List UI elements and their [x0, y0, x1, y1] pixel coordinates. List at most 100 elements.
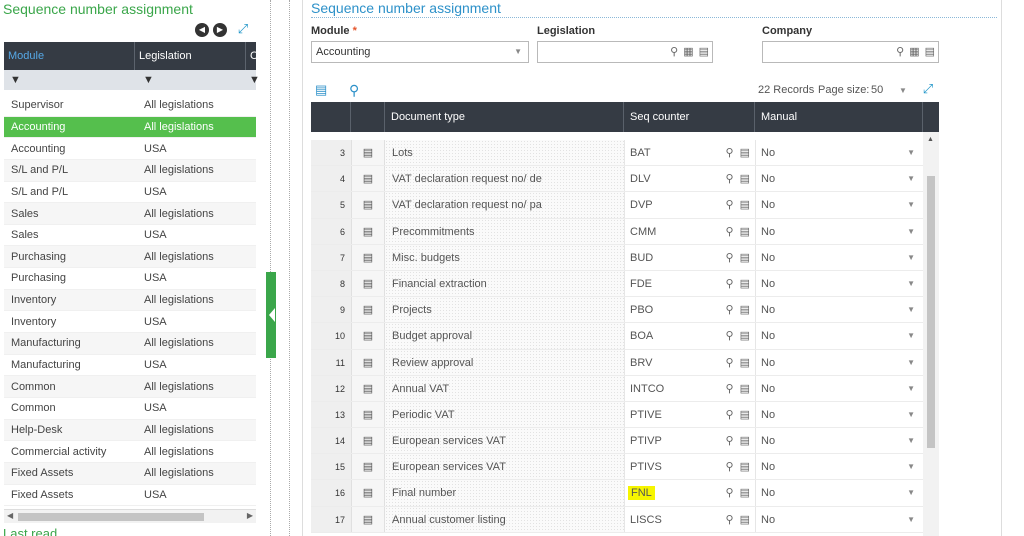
list-item[interactable]: Accounting USA — [4, 138, 256, 160]
lookup-icon[interactable]: ▤ — [740, 140, 750, 166]
seq-counter-cell[interactable]: PTIVE ⚲ ▤ — [624, 401, 755, 428]
row-detail-icon[interactable]: ▤ — [351, 140, 385, 166]
filter-icon[interactable]: ▼ — [4, 70, 137, 90]
document-type-cell[interactable]: VAT declaration request no/ pa — [385, 192, 624, 218]
chevron-down-icon[interactable]: ▼ — [899, 86, 907, 95]
table-row[interactable]: 16 ▤ Final number FNL ⚲ ▤ No ▼ — [311, 480, 923, 507]
lookup-icon[interactable]: ▤ — [740, 376, 750, 402]
chevron-down-icon[interactable]: ▼ — [907, 245, 915, 271]
list-item[interactable]: Supervisor All legislations — [4, 95, 256, 117]
table-row[interactable]: 13 ▤ Periodic VAT PTIVE ⚲ ▤ No ▼ — [311, 401, 923, 429]
manual-select[interactable]: No ▼ — [755, 480, 923, 506]
search-icon[interactable]: ⚲ — [726, 140, 734, 166]
table-row[interactable]: 12 ▤ Annual VAT INTCO ⚲ ▤ No ▼ — [311, 375, 923, 402]
chevron-down-icon[interactable]: ▼ — [907, 271, 915, 297]
scroll-right-icon[interactable]: ▶ — [247, 511, 253, 520]
chevron-down-icon[interactable]: ▼ — [907, 376, 915, 402]
lookup-icon[interactable]: ▦ — [909, 42, 919, 62]
table-row[interactable]: 9 ▤ Projects PBO ⚲ ▤ No ▼ — [311, 297, 923, 324]
list-item[interactable]: Help-Desk All legislations — [4, 419, 256, 442]
previous-record-icon[interactable]: ◀ — [195, 23, 209, 37]
search-icon[interactable]: ⚲ — [726, 192, 734, 218]
search-icon[interactable]: ⚲ — [726, 166, 734, 192]
search-icon[interactable]: ⚲ — [726, 323, 734, 349]
vertical-scrollbar[interactable]: ▲ — [923, 132, 939, 536]
table-row[interactable]: 10 ▤ Budget approval BOA ⚲ ▤ No ▼ — [311, 323, 923, 350]
chevron-down-icon[interactable]: ▼ — [907, 454, 915, 480]
search-icon[interactable]: ⚲ — [726, 507, 734, 533]
lookup-icon[interactable]: ▤ — [740, 402, 750, 428]
search-icon[interactable]: ⚲ — [670, 42, 678, 62]
seq-counter-cell[interactable]: PTIVP ⚲ ▤ — [624, 428, 755, 454]
list-item[interactable]: Fixed Assets USA — [4, 485, 256, 507]
row-detail-icon[interactable]: ▤ — [351, 454, 385, 480]
filter-icon[interactable]: ▼ — [137, 70, 249, 90]
table-row[interactable]: 3 ▤ Lots BAT ⚲ ▤ No ▼ — [311, 140, 923, 167]
row-detail-icon[interactable]: ▤ — [351, 244, 385, 270]
manual-select[interactable]: No ▼ — [755, 192, 923, 218]
scroll-up-icon[interactable]: ▲ — [927, 136, 934, 143]
filter-icon[interactable]: ▼ — [249, 70, 260, 90]
search-icon[interactable]: ⚲ — [349, 82, 359, 99]
lookup-icon[interactable]: ▤ — [740, 166, 750, 192]
list-item[interactable]: Manufacturing USA — [4, 355, 256, 377]
seq-counter-cell[interactable]: PBO ⚲ ▤ — [624, 297, 755, 323]
search-icon[interactable]: ⚲ — [726, 428, 734, 454]
lookup-icon[interactable]: ▤ — [740, 245, 750, 271]
lookup-icon[interactable]: ▤ — [740, 323, 750, 349]
seq-counter-cell[interactable]: FNL ⚲ ▤ — [624, 480, 755, 506]
company-field[interactable]: ⚲ ▦ ▤ — [762, 41, 939, 63]
seq-counter-cell[interactable]: BUD ⚲ ▤ — [624, 244, 755, 271]
manual-select[interactable]: No ▼ — [755, 349, 923, 375]
list-item[interactable]: Sales All legislations — [4, 203, 256, 225]
chevron-down-icon[interactable]: ▼ — [907, 428, 915, 454]
document-type-cell[interactable]: Annual VAT — [385, 375, 624, 401]
scroll-left-icon[interactable]: ◀ — [7, 511, 13, 520]
chevron-down-icon[interactable]: ▼ — [907, 166, 915, 192]
column-header-module[interactable]: Module — [4, 42, 135, 70]
document-type-cell[interactable]: European services VAT — [385, 454, 624, 480]
chevron-down-icon[interactable]: ▼ — [907, 323, 915, 349]
list-item[interactable]: Purchasing All legislations — [4, 246, 256, 269]
row-detail-icon[interactable]: ▤ — [351, 192, 385, 218]
manual-select[interactable]: No ▼ — [755, 140, 923, 166]
seq-counter-cell[interactable]: DLV ⚲ ▤ — [624, 166, 755, 192]
lookup-icon[interactable]: ▤ — [740, 192, 750, 218]
manual-select[interactable]: No ▼ — [755, 244, 923, 271]
lookup-icon[interactable]: ▦ — [683, 42, 693, 62]
search-icon[interactable]: ⚲ — [726, 350, 734, 376]
column-header-document-type[interactable]: Document type — [385, 102, 624, 132]
row-detail-icon[interactable]: ▤ — [351, 323, 385, 349]
next-record-icon[interactable]: ▶ — [213, 23, 227, 37]
row-detail-icon[interactable]: ▤ — [351, 297, 385, 323]
row-detail-icon[interactable]: ▤ — [351, 375, 385, 401]
table-row[interactable]: 11 ▤ Review approval BRV ⚲ ▤ No ▼ — [311, 349, 923, 376]
search-icon[interactable]: ⚲ — [726, 271, 734, 297]
list-item[interactable]: Fixed Assets All legislations — [4, 462, 256, 485]
seq-counter-cell[interactable]: LISCS ⚲ ▤ — [624, 506, 755, 533]
column-header-legislation[interactable]: Legislation — [135, 42, 246, 70]
legislation-field[interactable]: ⚲ ▦ ▤ — [537, 41, 713, 63]
module-select[interactable]: Accounting ▼ — [311, 41, 529, 63]
document-type-cell[interactable]: Precommitments — [385, 218, 624, 244]
seq-counter-cell[interactable]: PTIVS ⚲ ▤ — [624, 454, 755, 480]
table-row[interactable]: 4 ▤ VAT declaration request no/ de DLV ⚲ ▤ No ▼ — [311, 166, 923, 193]
row-detail-icon[interactable]: ▤ — [351, 270, 385, 297]
table-row[interactable]: 8 ▤ Financial extraction FDE ⚲ ▤ No ▼ — [311, 270, 923, 298]
manual-select[interactable]: No ▼ — [755, 323, 923, 349]
manual-select[interactable]: No ▼ — [755, 401, 923, 428]
search-icon[interactable]: ⚲ — [896, 42, 904, 62]
search-icon[interactable]: ⚲ — [726, 402, 734, 428]
table-row[interactable]: 6 ▤ Precommitments CMM ⚲ ▤ No ▼ — [311, 218, 923, 245]
lookup-icon[interactable]: ▤ — [740, 428, 750, 454]
table-row[interactable]: 7 ▤ Misc. budgets BUD ⚲ ▤ No ▼ — [311, 244, 923, 271]
search-icon[interactable]: ⚲ — [726, 376, 734, 402]
table-row[interactable]: 5 ▤ VAT declaration request no/ pa DVP ⚲ ▤ No ▼ — [311, 192, 923, 219]
table-row[interactable]: 17 ▤ Annual customer listing LISCS ⚲ ▤ No ▼ — [311, 506, 923, 533]
manual-select[interactable]: No ▼ — [755, 428, 923, 454]
row-detail-icon[interactable]: ▤ — [351, 166, 385, 192]
seq-counter-cell[interactable]: CMM ⚲ ▤ — [624, 218, 755, 244]
page-size-select[interactable]: 50 — [871, 84, 883, 96]
lookup-icon[interactable]: ▤ — [740, 271, 750, 297]
list-item[interactable]: Common USA — [4, 398, 256, 420]
